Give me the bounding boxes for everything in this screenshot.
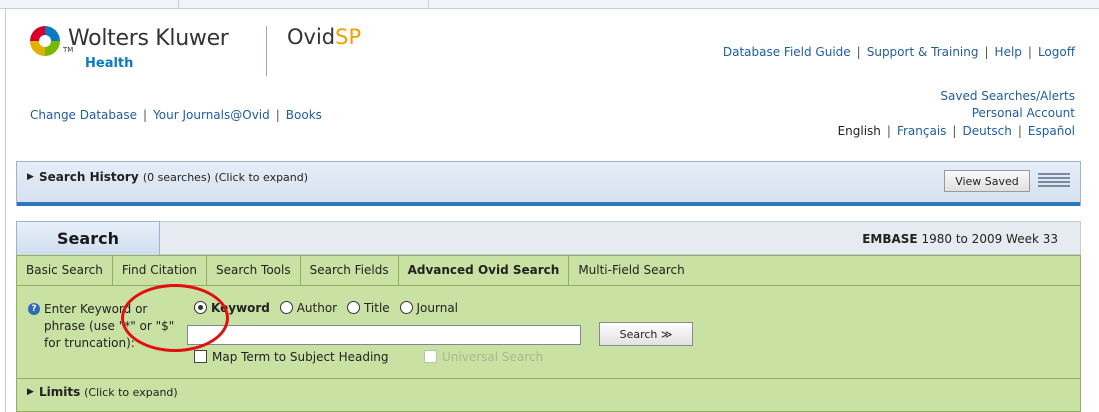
search-mode-tabs: Basic Search Find Citation Search Tools Sea… bbox=[17, 256, 1080, 286]
link-support-training[interactable]: Support & Training bbox=[867, 45, 979, 59]
database-name: EMBASE bbox=[862, 232, 918, 246]
limits-subtitle: (Click to expand) bbox=[84, 386, 178, 399]
link-change-database[interactable]: Change Database bbox=[30, 108, 137, 122]
limits-title: Limits bbox=[39, 385, 81, 399]
secondary-navigation: Change Database | Your Journals@Ovid | Books bbox=[30, 108, 322, 122]
tab-basic-search[interactable]: Basic Search bbox=[17, 256, 113, 285]
search-panel: Basic Search Find Citation Search Tools Sea… bbox=[16, 255, 1081, 412]
brand-name: Wolters Kluwer bbox=[68, 26, 229, 51]
logo-divider bbox=[266, 26, 267, 76]
limits-section[interactable]: ▶ Limits (Click to expand) bbox=[17, 378, 1080, 406]
map-term-option[interactable]: Map Term to Subject Heading bbox=[194, 350, 389, 364]
product-name: Ovid bbox=[287, 25, 336, 49]
list-view-icon[interactable] bbox=[1038, 173, 1070, 191]
radio-journal[interactable]: Journal bbox=[399, 301, 459, 315]
language-german[interactable]: Deutsch bbox=[962, 124, 1011, 138]
language-french[interactable]: Français bbox=[897, 124, 946, 138]
language-selector: English | Français | Deutsch | Español bbox=[837, 124, 1075, 138]
ovidsp-logo: OvidSP bbox=[287, 25, 361, 49]
universal-search-option: Universal Search bbox=[424, 350, 543, 364]
database-range: 1980 to 2009 Week 33 bbox=[921, 232, 1058, 246]
tab-find-citation[interactable]: Find Citation bbox=[113, 256, 207, 285]
brand-trademark: TM bbox=[63, 46, 74, 54]
search-type-radios: Keyword Author Title Journal bbox=[194, 301, 464, 315]
search-section-tab: Search bbox=[16, 221, 160, 255]
keyword-search-input[interactable] bbox=[187, 325, 581, 345]
brand-sub: Health bbox=[85, 56, 134, 71]
globe-logo-icon bbox=[30, 26, 60, 56]
search-history-bar[interactable]: ▶ Search History (0 searches) (Click to … bbox=[16, 161, 1081, 206]
link-books[interactable]: Books bbox=[286, 108, 322, 122]
universal-search-checkbox bbox=[424, 350, 437, 363]
map-term-label: Map Term to Subject Heading bbox=[212, 350, 389, 364]
link-help[interactable]: Help bbox=[995, 45, 1022, 59]
product-accent: SP bbox=[335, 25, 362, 49]
help-icon[interactable]: ? bbox=[28, 303, 40, 315]
browser-tab-strip bbox=[0, 0, 1099, 9]
radio-author[interactable]: Author bbox=[279, 301, 338, 315]
radio-keyword-label: Keyword bbox=[211, 301, 270, 315]
search-button[interactable]: Search ≫ bbox=[599, 322, 693, 346]
tab-search-tools[interactable]: Search Tools bbox=[207, 256, 301, 285]
radio-icon bbox=[346, 301, 360, 314]
radio-icon bbox=[279, 301, 293, 314]
top-navigation: Database Field Guide | Support & Training |… bbox=[722, 45, 1075, 59]
link-database-field-guide[interactable]: Database Field Guide bbox=[723, 45, 851, 59]
database-info: EMBASE 1980 to 2009 Week 33 bbox=[862, 232, 1058, 246]
radio-journal-label: Journal bbox=[416, 301, 459, 315]
tab-advanced-ovid-search[interactable]: Advanced Ovid Search bbox=[399, 256, 570, 285]
search-header: EMBASE 1980 to 2009 Week 33 bbox=[160, 221, 1081, 255]
radio-icon bbox=[399, 301, 413, 314]
account-links: Saved Searches/Alerts Personal Account bbox=[940, 88, 1075, 122]
link-your-journals[interactable]: Your Journals@Ovid bbox=[153, 108, 270, 122]
search-history-title[interactable]: Search History (0 searches) (Click to ex… bbox=[39, 170, 308, 184]
radio-title-label: Title bbox=[363, 301, 390, 315]
link-saved-searches-alerts[interactable]: Saved Searches/Alerts bbox=[940, 89, 1075, 103]
tab-search-fields[interactable]: Search Fields bbox=[301, 256, 399, 285]
expand-triangle-icon: ▶ bbox=[27, 387, 34, 397]
radio-keyword[interactable]: Keyword bbox=[194, 301, 270, 315]
language-english[interactable]: English bbox=[838, 124, 881, 138]
window-edge bbox=[5, 8, 6, 412]
link-logoff[interactable]: Logoff bbox=[1038, 45, 1075, 59]
map-term-checkbox[interactable] bbox=[194, 350, 207, 363]
language-spanish[interactable]: Español bbox=[1028, 124, 1075, 138]
view-saved-button[interactable]: View Saved bbox=[944, 170, 1030, 192]
limits-toggle[interactable]: Limits (Click to expand) bbox=[39, 385, 178, 399]
universal-search-label: Universal Search bbox=[442, 350, 544, 364]
radio-title[interactable]: Title bbox=[346, 301, 390, 315]
radio-author-label: Author bbox=[296, 301, 338, 315]
expand-triangle-icon: ▶ bbox=[27, 172, 34, 182]
search-history-subtitle: (0 searches) (Click to expand) bbox=[142, 171, 309, 184]
search-history-label: Search History bbox=[39, 170, 139, 184]
keyword-field-label: Enter Keyword or phrase (use "*" or "$" … bbox=[44, 302, 175, 350]
link-personal-account[interactable]: Personal Account bbox=[972, 106, 1075, 120]
radio-selected-icon bbox=[194, 301, 207, 314]
tab-multi-field-search[interactable]: Multi-Field Search bbox=[569, 256, 693, 285]
